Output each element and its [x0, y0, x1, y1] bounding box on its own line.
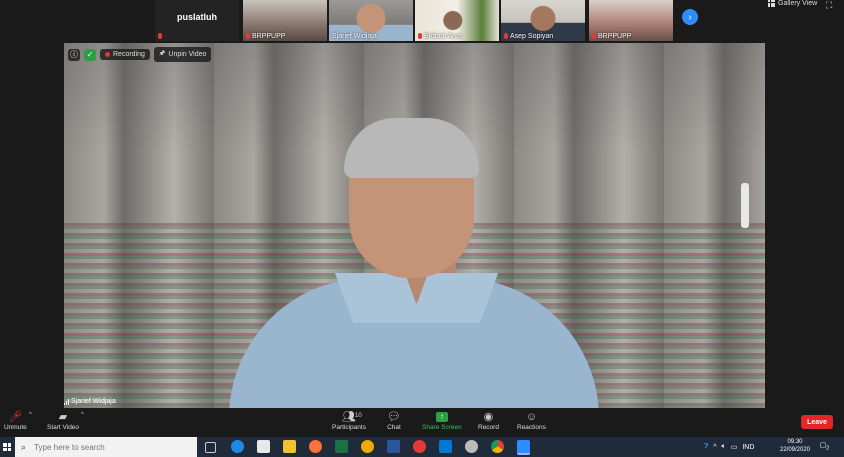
notification-icon[interactable]: ▢2 — [819, 441, 830, 452]
reactions-icon: ☺ — [525, 411, 538, 423]
reactions-button[interactable]: ☺ Reactions — [517, 410, 546, 431]
system-tray: ❓︎ ^ 🔈︎ ▭ IND — [704, 437, 754, 457]
participant-name: BRPPUPP — [252, 33, 286, 40]
chat-button[interactable]: 💬︎ Chat — [387, 410, 401, 431]
participants-icon: 👥︎ 10 — [342, 411, 362, 423]
recording-indicator: Recording — [100, 49, 150, 60]
word-icon[interactable] — [387, 440, 400, 453]
door-handle — [741, 183, 749, 228]
firefox-icon[interactable] — [309, 440, 322, 453]
search-icon: ⌕ — [21, 441, 27, 452]
gallery-view-button[interactable]: Gallery View — [768, 0, 817, 7]
participant-thumbnail[interactable]: BRPPUPP — [589, 0, 673, 41]
pin-icon: 🖈 — [158, 50, 166, 57]
mic-muted-icon: 🎤︎ — [8, 411, 23, 423]
unpin-video-button[interactable]: 🖈 Unpin Video — [153, 47, 212, 62]
participant-thumbnail[interactable]: Erdiani Arya — [415, 0, 499, 41]
help-icon[interactable]: ❓︎ — [704, 443, 708, 451]
windows-icon — [3, 443, 11, 451]
speaker-name-tag: Sjarief Widjaja — [64, 398, 116, 405]
participants-button[interactable]: 👥︎ 10 Participants — [332, 410, 366, 431]
unmute-button[interactable]: 🎤︎ Unmute — [4, 410, 27, 431]
main-video — [64, 43, 765, 408]
grid-icon — [768, 0, 775, 7]
participant-thumbnail[interactable]: BRPPUPP — [243, 0, 327, 41]
store-icon[interactable] — [257, 440, 270, 453]
participant-thumbnail[interactable]: Asep Sopiyan — [501, 0, 585, 41]
participant-name: Sjarief Widjaja — [332, 33, 377, 40]
volume-icon[interactable]: 🔈︎ — [722, 443, 726, 451]
audio-options-caret[interactable]: ^ — [29, 412, 32, 418]
mail-icon[interactable] — [439, 440, 452, 453]
chrome-icon[interactable] — [491, 440, 504, 453]
file-explorer-icon[interactable] — [283, 440, 296, 453]
chevron-right-icon: › — [688, 11, 692, 23]
gallery-view-label: Gallery View — [778, 0, 818, 7]
thumbnail-strip: pusIatluh BRPPUPP Sjarief Widjaja Erdian… — [0, 0, 844, 42]
network-icon[interactable]: ▭ — [731, 443, 738, 451]
clock[interactable]: 09.30 22/09/2020 — [780, 438, 810, 454]
clock-date: 22/09/2020 — [780, 447, 811, 453]
start-video-button[interactable]: ▰ Start Video — [47, 410, 79, 431]
info-icon[interactable]: ⓘ — [68, 48, 80, 61]
record-button[interactable]: ◉ Record — [478, 410, 499, 431]
video-off-icon: ▰ — [58, 411, 68, 423]
signal-icon — [64, 398, 69, 405]
participant-name: pusIatluh — [177, 12, 217, 22]
mic-muted-icon — [592, 33, 596, 40]
participant-thumbnail-active[interactable]: Sjarief Widjaja — [329, 0, 413, 41]
task-view-icon[interactable] — [205, 442, 216, 453]
video-options-caret[interactable]: ^ — [81, 412, 84, 418]
mic-muted-icon — [246, 33, 250, 40]
video-overlay-bar: ⓘ ✓ Recording 🖈 Unpin Video — [68, 47, 212, 62]
windows-taskbar: ⌕ ❓︎ ^ 🔈︎ ▭ IND 09.30 22/09/2020 ▢2 — [0, 437, 844, 457]
start-button[interactable] — [0, 437, 14, 457]
shield-icon[interactable]: ✓ — [84, 48, 96, 61]
participant-name: BRPPUPP — [598, 33, 632, 40]
opera-icon[interactable] — [413, 440, 426, 453]
participant-thumbnail[interactable]: pusIatluh — [155, 0, 239, 41]
participant-name: Asep Sopiyan — [510, 33, 554, 40]
share-screen-icon: ↑ — [435, 412, 448, 422]
clock-time: 09.30 — [787, 439, 803, 445]
fullscreen-icon[interactable]: ⛶ — [826, 0, 832, 11]
excel-icon[interactable] — [335, 440, 348, 453]
share-screen-button[interactable]: ↑ Share Screen — [422, 410, 462, 431]
app-icon[interactable] — [465, 440, 478, 453]
participant-name: Erdiani Arya — [424, 33, 462, 40]
mic-muted-icon — [418, 33, 422, 40]
zoom-icon[interactable] — [517, 440, 530, 455]
language-indicator[interactable]: IND — [742, 444, 754, 451]
mic-muted-icon — [504, 33, 508, 40]
mic-muted-icon — [158, 33, 162, 40]
search-input[interactable] — [32, 441, 187, 453]
leave-button[interactable]: Leave — [801, 415, 833, 429]
chevron-up-icon[interactable]: ^ — [713, 444, 716, 451]
notification-count: 2 — [826, 445, 830, 452]
record-dot-icon — [105, 52, 110, 57]
taskbar-search[interactable]: ⌕ — [15, 437, 197, 457]
edge-icon[interactable] — [231, 440, 244, 453]
next-page-button[interactable]: › — [682, 9, 698, 25]
chat-icon: 💬︎ — [387, 411, 401, 423]
meeting-controls: 🎤︎ Unmute ^ ▰ Start Video ^ 👥︎ 10 Partici… — [0, 408, 844, 436]
app-icon[interactable] — [361, 440, 374, 453]
record-icon: ◉ — [483, 411, 494, 423]
